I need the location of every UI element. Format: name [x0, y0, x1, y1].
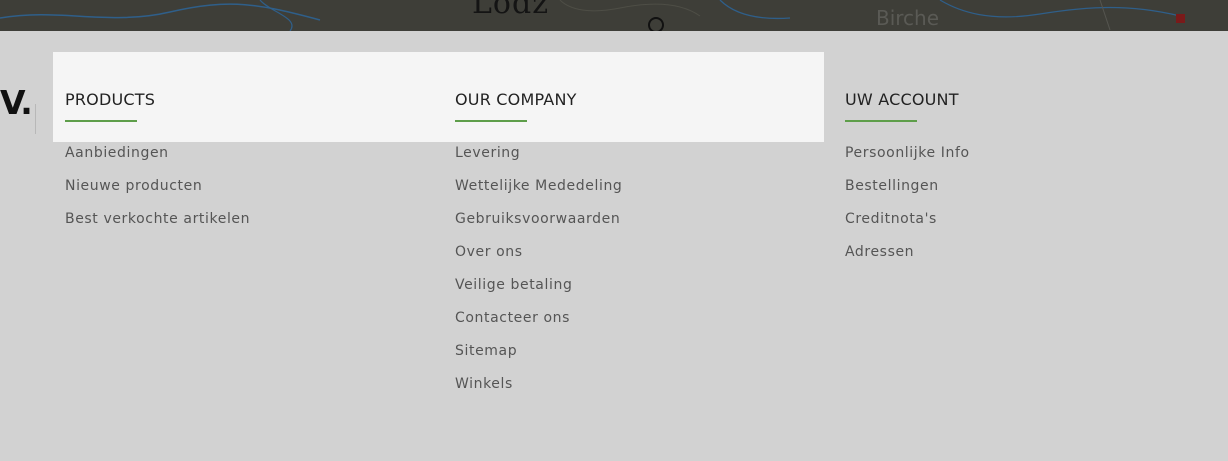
products-heading: PRODUCTS: [65, 90, 156, 109]
footer-link-levering[interactable]: Levering: [455, 145, 520, 161]
brand-divider: [35, 104, 36, 134]
footer-link-wettelijke-mededeling[interactable]: Wettelijke Mededeling: [455, 178, 622, 194]
account-heading-underline: [845, 120, 917, 122]
footer-link-winkels[interactable]: Winkels: [455, 376, 513, 392]
account-heading: UW ACCOUNT: [845, 90, 959, 109]
footer-link-veilige-betaling[interactable]: Veilige betaling: [455, 277, 572, 293]
footer-link-adressen[interactable]: Adressen: [845, 244, 914, 260]
footer-link-contacteer-ons[interactable]: Contacteer ons: [455, 310, 570, 326]
footer-link-sitemap[interactable]: Sitemap: [455, 343, 517, 359]
account-link-list: Persoonlijke Info Bestellingen Creditnot…: [845, 142, 970, 274]
footer-link-over-ons[interactable]: Over ons: [455, 244, 523, 260]
brand-logo-partial[interactable]: V.: [0, 83, 33, 123]
footer-link-nieuwe-producten[interactable]: Nieuwe producten: [65, 178, 202, 194]
company-link-list: Levering Wettelijke Mededeling Gebruiksv…: [455, 142, 622, 406]
footer: V. PRODUCTS Aanbiedingen Nieuwe producte…: [0, 31, 1228, 461]
map-lines: [0, 0, 1185, 31]
map-town-label: Birche: [876, 6, 940, 30]
footer-link-gebruiksvoorwaarden[interactable]: Gebruiksvoorwaarden: [455, 211, 620, 227]
company-heading: OUR COMPANY: [455, 90, 577, 109]
map-city-label: Lodz: [472, 0, 549, 21]
footer-column-products: PRODUCTS Aanbiedingen Nieuwe producten B…: [65, 89, 250, 241]
company-heading-underline: [455, 120, 527, 122]
footer-column-company: OUR COMPANY Levering Wettelijke Mededeli…: [455, 89, 622, 406]
footer-link-aanbiedingen[interactable]: Aanbiedingen: [65, 145, 169, 161]
map-background-strip: Lodz Birche: [0, 0, 1228, 31]
products-link-list: Aanbiedingen Nieuwe producten Best verko…: [65, 142, 250, 241]
footer-link-creditnotas[interactable]: Creditnota's: [845, 211, 937, 227]
footer-link-persoonlijke-info[interactable]: Persoonlijke Info: [845, 145, 970, 161]
footer-column-account: UW ACCOUNT Persoonlijke Info Bestellinge…: [845, 89, 970, 274]
products-heading-underline: [65, 120, 137, 122]
footer-link-best-verkochte-artikelen[interactable]: Best verkochte artikelen: [65, 211, 250, 227]
footer-link-bestellingen[interactable]: Bestellingen: [845, 178, 939, 194]
